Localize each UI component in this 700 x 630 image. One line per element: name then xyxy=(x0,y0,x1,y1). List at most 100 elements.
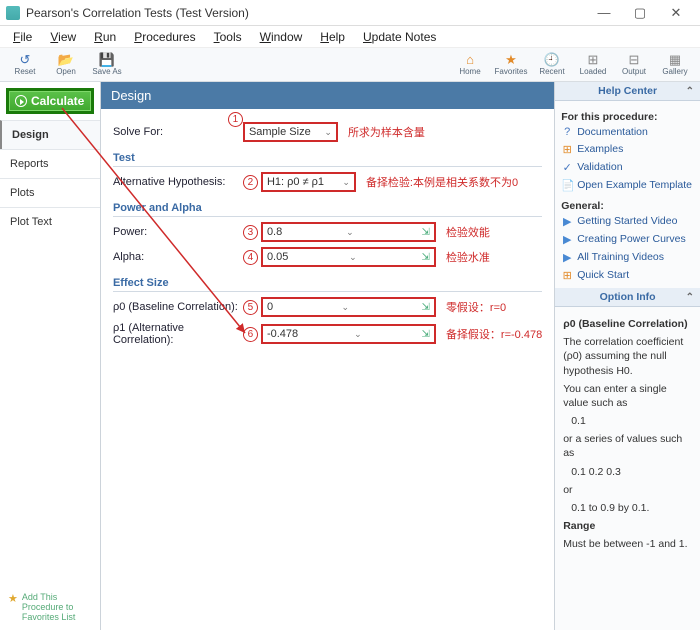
menu-tools[interactable]: Tools xyxy=(205,28,251,46)
expand-icon[interactable]: ⇲ xyxy=(422,227,430,238)
calculate-label: Calculate xyxy=(31,94,84,108)
open-example-template-icon: 📄 xyxy=(561,179,573,192)
toolbar-home[interactable]: ⌂Home xyxy=(451,49,489,81)
toolbar-open[interactable]: 📂Open xyxy=(47,49,85,81)
help-examples[interactable]: ⊞Examples xyxy=(561,140,694,158)
output-icon: ⊟ xyxy=(629,53,640,67)
badge-3: 3 xyxy=(243,225,258,240)
app-icon xyxy=(6,6,20,20)
menu-procedures[interactable]: Procedures xyxy=(125,28,204,46)
toolbar-recent[interactable]: 🕘Recent xyxy=(533,49,571,81)
nav-reports[interactable]: Reports xyxy=(0,149,100,178)
power-annot: 检验效能 xyxy=(446,224,490,240)
badge-5: 5 xyxy=(243,300,258,315)
option-heading: ρ0 (Baseline Correlation) xyxy=(563,317,692,331)
solve-for-combo[interactable]: Sample Size ⌄ xyxy=(243,122,338,142)
toolbar-gallery[interactable]: ▦Gallery xyxy=(656,49,694,81)
documentation-icon: ? xyxy=(561,126,573,138)
calculate-button[interactable]: Calculate xyxy=(6,88,94,114)
menu-file[interactable]: File xyxy=(4,28,41,46)
power-label: Power: xyxy=(113,226,243,238)
option-text: You can enter a single value such as xyxy=(563,382,692,410)
badge-4: 4 xyxy=(243,250,258,265)
rho1-label: ρ1 (Alternative Correlation): xyxy=(113,322,243,346)
option-text: or a series of values such as xyxy=(563,432,692,460)
rho0-label: ρ0 (Baseline Correlation): xyxy=(113,301,243,313)
design-panel-title: Design xyxy=(101,82,554,109)
help-open-example-template[interactable]: 📄Open Example Template xyxy=(561,176,694,194)
help-center-header[interactable]: Help Center ⌃ xyxy=(555,82,700,101)
expand-icon[interactable]: ⇲ xyxy=(422,252,430,263)
option-value: 0.1 to 0.9 by 0.1. xyxy=(571,501,692,515)
collapse-icon[interactable]: ⌃ xyxy=(686,292,694,303)
favorites-note[interactable]: ★ Add This Procedure to Favorites List xyxy=(0,584,100,630)
home-icon: ⌂ xyxy=(466,53,474,67)
chevron-down-icon: ⌄ xyxy=(349,252,357,263)
help-all-training-videos[interactable]: ▶All Training Videos xyxy=(561,248,694,266)
badge-2: 2 xyxy=(243,175,258,190)
toolbar-save-as[interactable]: 💾Save As xyxy=(88,49,126,81)
rho1-combo[interactable]: -0.478 ⌄⇲ xyxy=(261,324,436,344)
run-icon xyxy=(15,95,27,107)
option-text: or xyxy=(563,483,692,497)
effect-section: Effect Size xyxy=(113,277,542,292)
menu-run[interactable]: Run xyxy=(85,28,125,46)
nav-plots[interactable]: Plots xyxy=(0,178,100,207)
alpha-combo[interactable]: 0.05 ⌄⇲ xyxy=(261,247,436,267)
maximize-button[interactable]: ▢ xyxy=(622,0,658,26)
alpha-label: Alpha: xyxy=(113,251,243,263)
close-button[interactable]: ✕ xyxy=(658,0,694,26)
chevron-down-icon: ⌄ xyxy=(324,127,332,138)
gallery-icon: ▦ xyxy=(669,53,681,67)
minimize-button[interactable]: — xyxy=(586,0,622,26)
option-text: The correlation coefficient (ρ0) assumin… xyxy=(563,335,692,378)
menubar: FileViewRunProceduresToolsWindowHelpUpda… xyxy=(0,26,700,48)
rho1-annot: 备择假设：r=-0.478 xyxy=(446,326,542,342)
test-section: Test xyxy=(113,152,542,167)
help-getting-started-video[interactable]: ▶Getting Started Video xyxy=(561,212,694,230)
power-combo[interactable]: 0.8 ⌄⇲ xyxy=(261,222,436,242)
star-icon: ★ xyxy=(8,592,18,622)
toolbar-loaded[interactable]: ⊞Loaded xyxy=(574,49,612,81)
all-training-videos-icon: ▶ xyxy=(561,251,573,264)
help-creating-power-curves[interactable]: ▶Creating Power Curves xyxy=(561,230,694,248)
chevron-down-icon: ⌄ xyxy=(354,329,362,340)
option-info-header[interactable]: Option Info ⌃ xyxy=(555,288,700,307)
menu-update-notes[interactable]: Update Notes xyxy=(354,28,445,46)
toolbar-output[interactable]: ⊟Output xyxy=(615,49,653,81)
recent-icon: 🕘 xyxy=(544,53,560,67)
toolbar-favorites[interactable]: ★Favorites xyxy=(492,49,530,81)
menu-view[interactable]: View xyxy=(41,28,85,46)
examples-icon: ⊞ xyxy=(561,143,573,156)
help-validation[interactable]: ✓Validation xyxy=(561,158,694,176)
menu-window[interactable]: Window xyxy=(251,28,312,46)
toolbar-reset[interactable]: ↺Reset xyxy=(6,49,44,81)
help-subhead-general: General: xyxy=(561,200,694,212)
rho0-combo[interactable]: 0 ⌄⇲ xyxy=(261,297,436,317)
nav-design[interactable]: Design xyxy=(0,120,100,149)
solve-for-annot: 所求为样本含量 xyxy=(348,124,425,140)
help-quick-start[interactable]: ⊞Quick Start xyxy=(561,266,694,284)
option-range-text: Must be between -1 and 1. xyxy=(563,537,692,551)
nav-plot-text[interactable]: Plot Text xyxy=(0,207,100,236)
menu-help[interactable]: Help xyxy=(311,28,354,46)
alpha-annot: 检验水准 xyxy=(446,249,490,265)
alt-hyp-combo[interactable]: H1: ρ0 ≠ ρ1 ⌄ xyxy=(261,172,356,192)
rho0-annot: 零假设：r=0 xyxy=(446,299,506,315)
reset-icon: ↺ xyxy=(20,53,31,67)
alt-hyp-annot: 备择检验:本例是相关系数不为0 xyxy=(366,174,518,190)
badge-6: 6 xyxy=(243,327,258,342)
getting-started-video-icon: ▶ xyxy=(561,215,573,228)
save as-icon: 💾 xyxy=(99,53,115,67)
collapse-icon[interactable]: ⌃ xyxy=(686,86,694,97)
open-icon: 📂 xyxy=(58,53,74,67)
chevron-down-icon: ⌄ xyxy=(346,227,354,238)
favorites-icon: ★ xyxy=(505,53,517,67)
window-title: Pearson's Correlation Tests (Test Versio… xyxy=(26,6,586,20)
help-documentation[interactable]: ?Documentation xyxy=(561,123,694,140)
validation-icon: ✓ xyxy=(561,161,573,174)
alt-hyp-label: Alternative Hypothesis: xyxy=(113,176,243,188)
expand-icon[interactable]: ⇲ xyxy=(422,302,430,313)
expand-icon[interactable]: ⇲ xyxy=(422,329,430,340)
option-range-head: Range xyxy=(563,519,692,533)
